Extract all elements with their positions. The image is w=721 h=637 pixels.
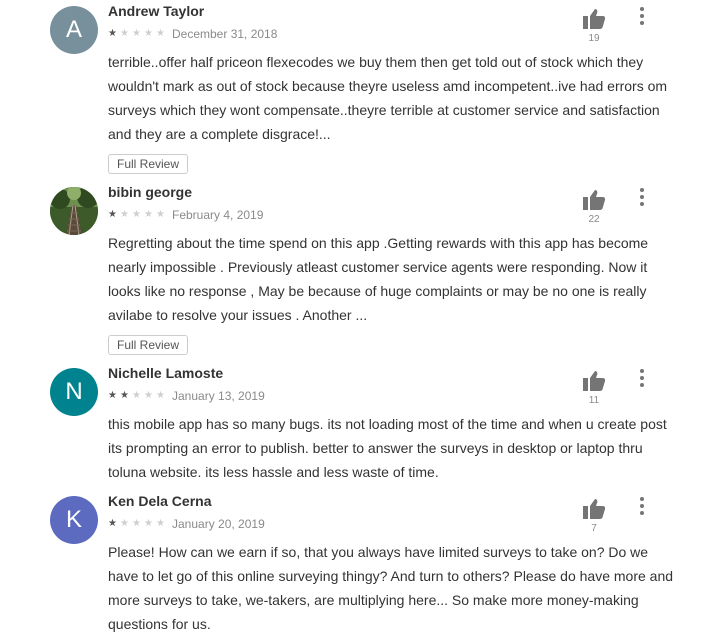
more-options-icon[interactable] [632,6,652,26]
helpful-count: 11 [588,395,600,406]
star-empty-icon: ★ [120,28,129,39]
star-empty-icon: ★ [144,28,153,39]
avatar-photo-icon [50,187,98,235]
star-empty-icon: ★ [156,390,165,401]
avatar[interactable]: A [50,6,98,54]
avatar[interactable]: K [50,496,98,544]
star-empty-icon: ★ [120,518,129,529]
thumbs-up-icon[interactable] [582,189,606,211]
review-meta: ★ ★ ★ ★ ★ January 13, 2019 [108,389,265,403]
star-empty-icon: ★ [132,28,141,39]
full-review-button[interactable]: Full Review [108,154,189,174]
review-author: bibin george [108,184,192,200]
star-empty-icon: ★ [132,518,141,529]
helpful-count: 22 [588,214,600,225]
review-date: February 4, 2019 [172,208,264,222]
review-meta: ★ ★ ★ ★ ★ February 4, 2019 [108,208,263,222]
thumbs-up-icon[interactable] [582,370,606,392]
avatar[interactable]: N [50,368,98,416]
review-text: Please! How can we earn if so, that you … [108,544,674,632]
review-author: Andrew Taylor [108,3,205,19]
star-empty-icon: ★ [156,518,165,529]
star-rating: ★ ★ ★ ★ ★ [108,27,168,41]
star-rating: ★ ★ ★ ★ ★ [108,208,168,222]
review-text: this mobile app has so many bugs. its no… [108,416,667,480]
star-empty-icon: ★ [144,390,153,401]
star-empty-icon: ★ [144,209,153,220]
helpful-count: 19 [588,33,600,44]
review-text: terrible..offer half priceon flexecodes … [108,54,668,142]
star-empty-icon: ★ [156,209,165,220]
review-meta: ★ ★ ★ ★ ★ January 20, 2019 [108,517,265,531]
star-filled-icon: ★ [108,518,117,529]
more-options-icon[interactable] [632,496,652,516]
thumbs-up-icon[interactable] [582,498,606,520]
star-filled-icon: ★ [120,390,129,401]
star-filled-icon: ★ [108,390,117,401]
star-empty-icon: ★ [120,209,129,220]
review-author: Ken Dela Cerna [108,493,212,509]
avatar[interactable] [50,187,98,235]
star-rating: ★ ★ ★ ★ ★ [108,517,168,531]
review-meta: ★ ★ ★ ★ ★ December 31, 2018 [108,27,277,41]
star-empty-icon: ★ [132,390,141,401]
star-empty-icon: ★ [144,518,153,529]
star-empty-icon: ★ [156,28,165,39]
more-options-icon[interactable] [632,368,652,388]
more-options-icon[interactable] [632,187,652,207]
review-author: Nichelle Lamoste [108,365,224,381]
review-date: January 20, 2019 [172,517,265,531]
review-text: Regretting about the time spend on this … [108,235,649,323]
star-rating: ★ ★ ★ ★ ★ [108,389,168,403]
review-date: January 13, 2019 [172,389,265,403]
star-filled-icon: ★ [108,28,117,39]
star-filled-icon: ★ [108,209,117,220]
full-review-button[interactable]: Full Review [108,335,189,355]
helpful-count: 7 [591,523,597,534]
review-date: December 31, 2018 [172,27,278,41]
thumbs-up-icon[interactable] [582,8,606,30]
star-empty-icon: ★ [132,209,141,220]
